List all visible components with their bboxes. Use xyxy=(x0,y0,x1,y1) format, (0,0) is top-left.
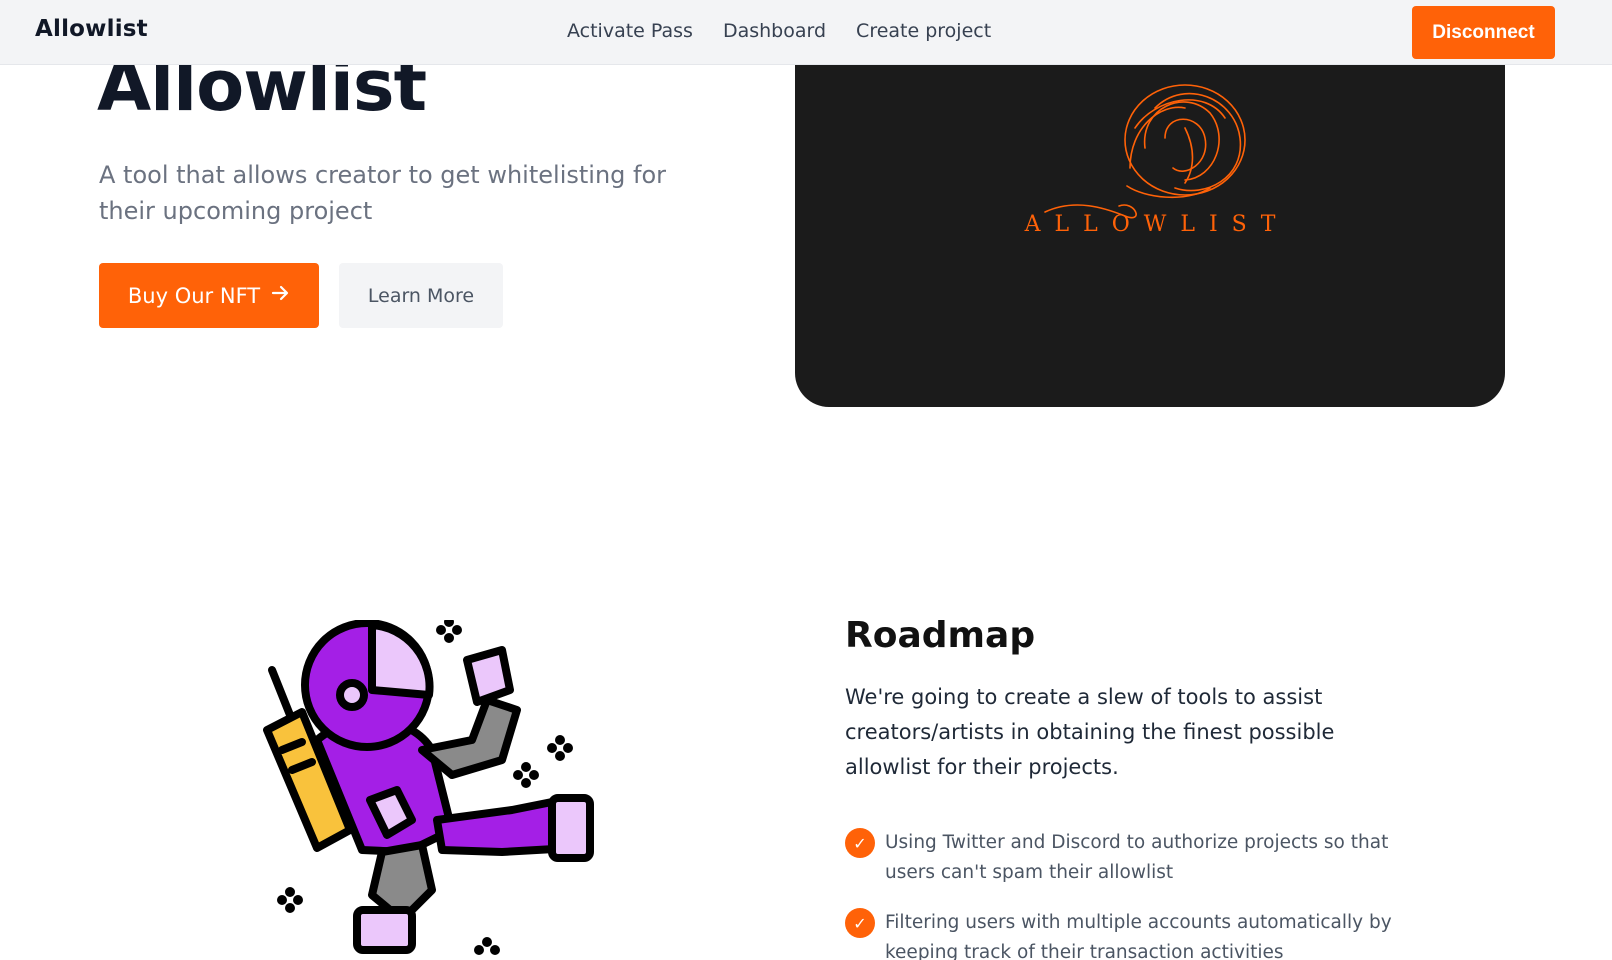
yarn-logo-icon xyxy=(1044,84,1246,219)
roadmap-item: ✓ Using Twitter and Discord to authorize… xyxy=(845,828,1405,888)
hero-description: A tool that allows creator to get whitel… xyxy=(99,161,667,225)
nav-link-create-project[interactable]: Create project xyxy=(856,20,991,42)
main-nav: Activate Pass Dashboard Create project xyxy=(567,20,991,42)
roadmap-description: We're going to create a slew of tools to… xyxy=(845,685,1335,779)
nav-link-activate-pass[interactable]: Activate Pass xyxy=(567,20,693,42)
top-navbar: Allowlist Activate Pass Dashboard Create… xyxy=(0,0,1612,65)
nav-link-dashboard[interactable]: Dashboard xyxy=(723,20,826,42)
roadmap-list: ✓ Using Twitter and Discord to authorize… xyxy=(845,828,1405,960)
learn-more-button[interactable]: Learn More xyxy=(339,263,503,328)
logo-wordmark: ALLOWLIST xyxy=(1024,212,1290,237)
roadmap-title: Roadmap xyxy=(845,615,1036,656)
astronaut-illustration xyxy=(263,620,594,955)
buy-nft-label: Buy Our NFT xyxy=(127,283,261,308)
roadmap-item: ✓ Filtering users with multiple accounts… xyxy=(845,908,1405,960)
roadmap-item-text: Using Twitter and Discord to authorize p… xyxy=(885,832,1389,883)
check-circle-icon: ✓ xyxy=(845,828,875,858)
arrow-right-icon xyxy=(270,283,290,308)
brand-logo[interactable]: Allowlist xyxy=(35,16,148,42)
check-circle-icon: ✓ xyxy=(845,908,875,938)
hero-logo-card: ALLOWLIST xyxy=(795,40,1505,407)
buy-nft-button[interactable]: Buy Our NFT xyxy=(99,263,319,328)
roadmap-item-text: Filtering users with multiple accounts a… xyxy=(885,912,1392,960)
disconnect-button[interactable]: Disconnect xyxy=(1412,6,1555,59)
